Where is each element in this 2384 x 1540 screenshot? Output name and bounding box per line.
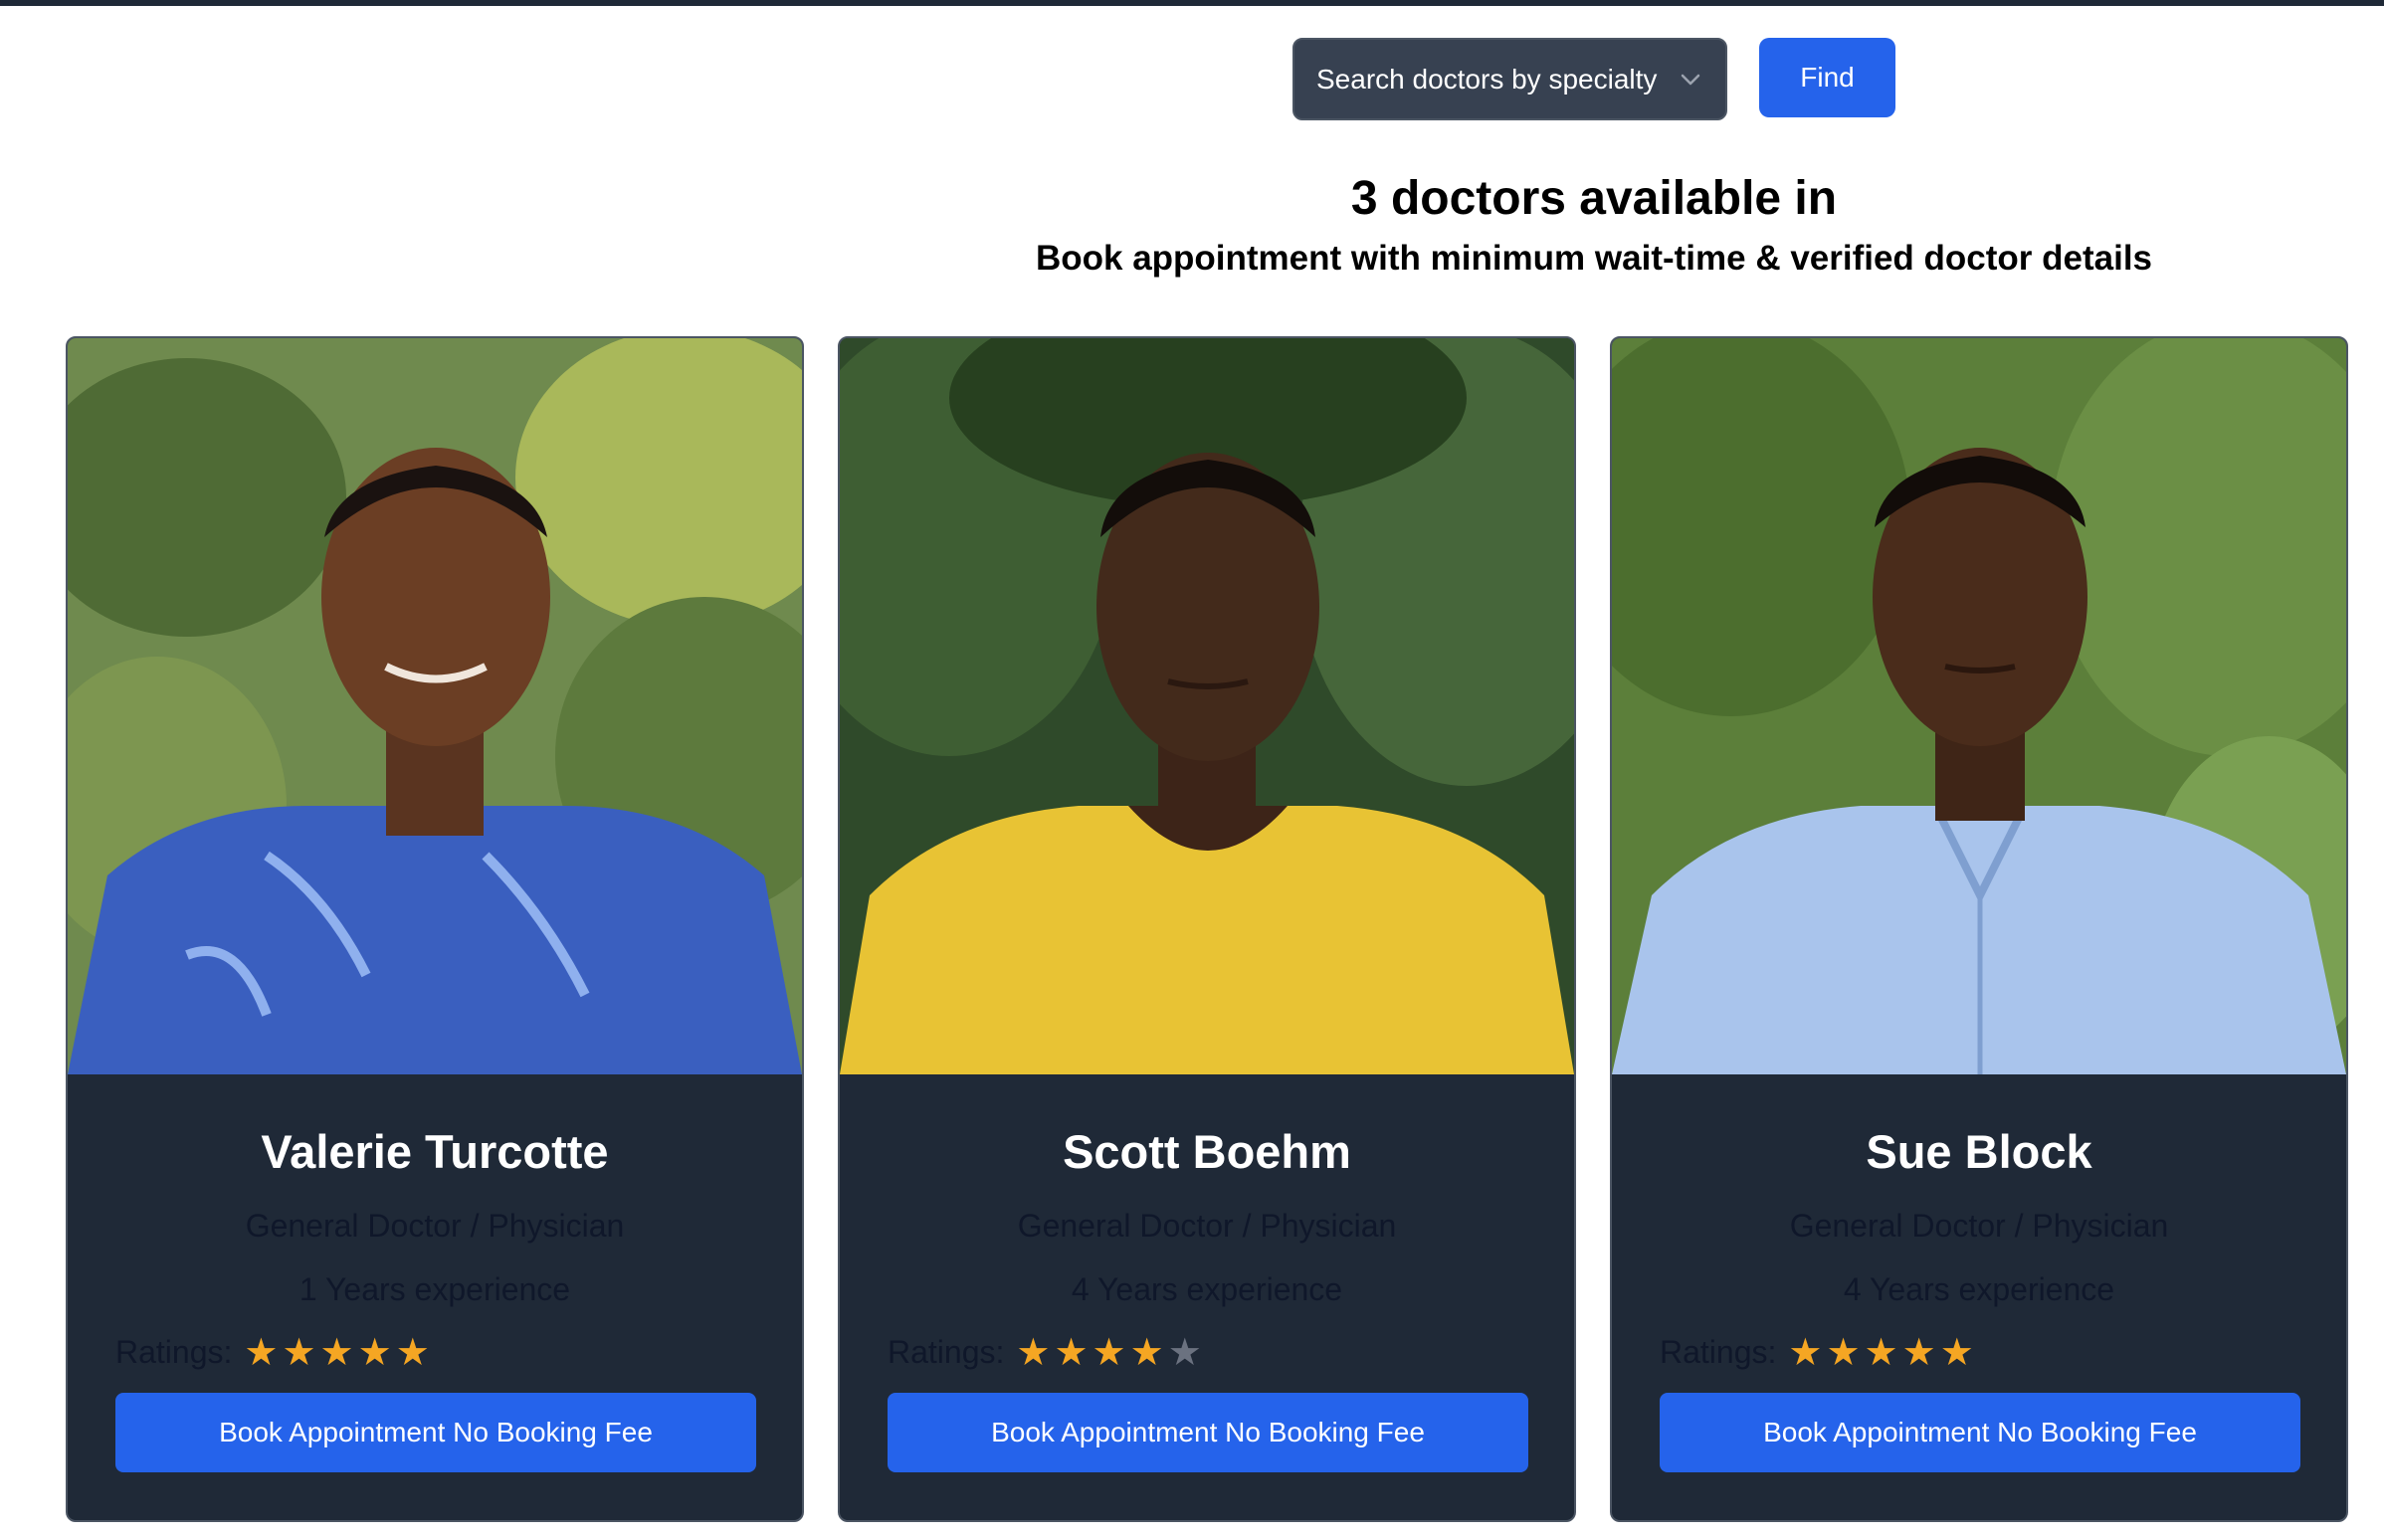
star-filled-icon: ★ [319, 1330, 354, 1374]
star-filled-icon: ★ [1826, 1330, 1861, 1374]
doctor-specialty: General Doctor / Physician [1017, 1208, 1397, 1244]
doctor-experience: 1 Years experience [298, 1271, 571, 1307]
doctor-card: Valerie Turcotte General Doctor / Physic… [66, 336, 804, 1522]
star-filled-icon: ★ [1129, 1330, 1164, 1374]
star-filled-icon: ★ [1016, 1330, 1051, 1374]
search-placeholder: Search doctors by specialty [1316, 63, 1658, 95]
star-filled-icon: ★ [1054, 1330, 1089, 1374]
doctor-experience: 4 Years experience [1071, 1271, 1343, 1307]
ratings-row: Ratings: ★ ★ ★ ★ ★ [1660, 1333, 1978, 1371]
doctor-photo [68, 338, 802, 1074]
doctor-specialty: General Doctor / Physician [245, 1208, 625, 1244]
star-filled-icon: ★ [1788, 1330, 1823, 1374]
star-filled-icon: ★ [1864, 1330, 1898, 1374]
star-filled-icon: ★ [1901, 1330, 1936, 1374]
doctor-experience: 4 Years experience [1843, 1271, 2115, 1307]
star-rating: ★ ★ ★ ★ ★ [244, 1333, 433, 1371]
doctor-card: Scott Boehm General Doctor / Physician 4… [838, 336, 1576, 1522]
ratings-label: Ratings: [888, 1333, 1005, 1370]
doctor-photo [1612, 338, 2346, 1074]
star-filled-icon: ★ [395, 1330, 430, 1374]
doctor-name: Valerie Turcotte [261, 1125, 609, 1178]
ratings-label: Ratings: [1660, 1333, 1777, 1370]
book-appointment-button[interactable]: Book Appointment No Booking Fee [1660, 1393, 2300, 1472]
star-empty-icon: ★ [1167, 1330, 1202, 1374]
doctor-name: Sue Block [1866, 1125, 2092, 1178]
star-filled-icon: ★ [282, 1330, 316, 1374]
star-rating: ★ ★ ★ ★ ★ [1016, 1333, 1205, 1371]
doctor-photo [840, 338, 1574, 1074]
book-appointment-button[interactable]: Book Appointment No Booking Fee [115, 1393, 756, 1472]
star-filled-icon: ★ [1939, 1330, 1974, 1374]
ratings-row: Ratings: ★ ★ ★ ★ ★ [115, 1333, 434, 1371]
chevron-down-icon [1680, 69, 1701, 91]
doctor-specialty: General Doctor / Physician [1789, 1208, 2169, 1244]
star-filled-icon: ★ [244, 1330, 279, 1374]
specialty-search-select[interactable]: Search doctors by specialty [1292, 38, 1727, 120]
ratings-row: Ratings: ★ ★ ★ ★ ★ [888, 1333, 1206, 1371]
find-button[interactable]: Find [1759, 38, 1895, 117]
results-subheading: Book appointment with minimum wait-time … [1035, 239, 2153, 278]
results-heading: 3 doctors available in [1350, 172, 1838, 225]
doctor-card: Sue Block General Doctor / Physician 4 Y… [1610, 336, 2348, 1522]
doctor-name: Scott Boehm [1063, 1125, 1351, 1178]
book-appointment-button[interactable]: Book Appointment No Booking Fee [888, 1393, 1528, 1472]
top-border [0, 0, 2384, 6]
star-rating: ★ ★ ★ ★ ★ [1788, 1333, 1977, 1371]
ratings-label: Ratings: [115, 1333, 233, 1370]
star-filled-icon: ★ [1092, 1330, 1126, 1374]
star-filled-icon: ★ [357, 1330, 392, 1374]
